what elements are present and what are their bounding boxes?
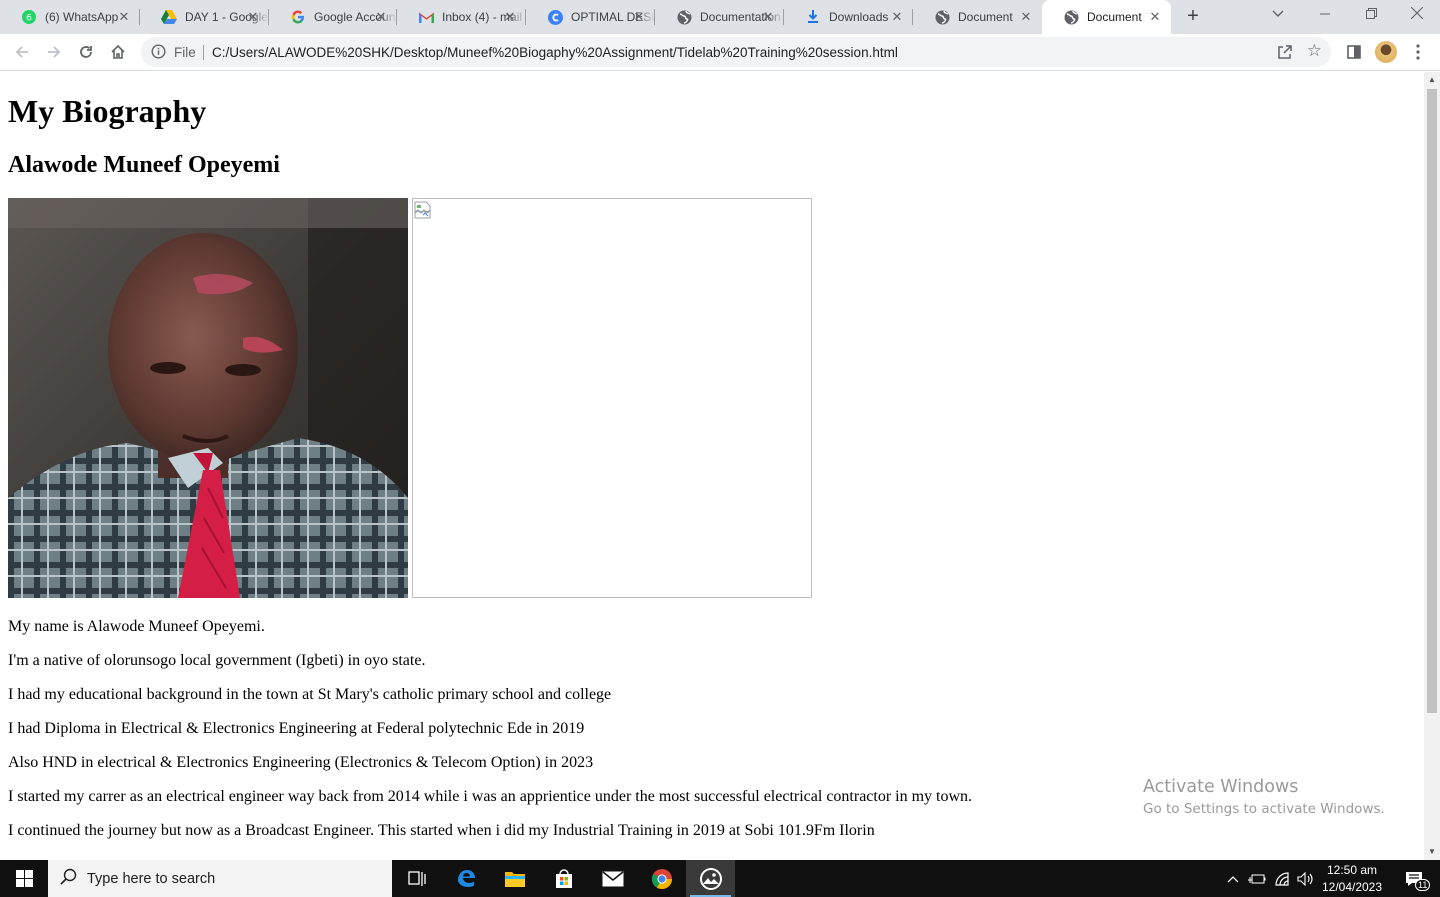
bio-paragraph: I continued the journey but now as a Bro… (8, 822, 875, 839)
gmail-icon (418, 9, 434, 25)
back-icon[interactable] (8, 38, 36, 66)
download-icon (805, 9, 821, 25)
tab-whatsapp[interactable]: 6 (6) WhatsApp ✕ (0, 0, 140, 34)
volume-icon[interactable] (1295, 860, 1317, 897)
action-center-icon[interactable]: 11 (1394, 860, 1434, 897)
bio-paragraph: I had Diploma in Electrical & Electronic… (8, 720, 585, 737)
activate-windows-watermark: Activate Windows Go to Settings to activ… (1143, 777, 1385, 817)
bio-paragraph: My name is Alawode Muneef Opeyemi. (8, 618, 265, 635)
tab-google-drive[interactable]: DAY 1 - Google Drive ✕ (140, 0, 269, 34)
close-tab-icon[interactable]: ✕ (116, 9, 132, 25)
taskbar-search-input[interactable]: Type here to search (48, 860, 392, 897)
browser-toolbar: File C:/Users/ALAWODE%20SHK/Desktop/Mune… (0, 34, 1440, 71)
clock-time: 12:50 am (1326, 863, 1378, 877)
tab-strip: 6 (6) WhatsApp ✕ DAY 1 - Google Drive ✕ … (0, 0, 1440, 34)
info-icon[interactable] (151, 44, 166, 64)
windows-taskbar: Type here to search 12:50 am 12/04/2023 … (0, 860, 1440, 897)
show-hidden-icons-chevron-icon[interactable] (1223, 860, 1243, 897)
side-panel-icon[interactable] (1340, 38, 1368, 66)
scroll-down-arrow-icon[interactable]: ▼ (1424, 844, 1440, 860)
reload-icon[interactable] (72, 38, 100, 66)
new-tab-button[interactable]: + (1181, 6, 1205, 28)
close-tab-icon[interactable]: ✕ (631, 9, 647, 25)
task-view-icon[interactable] (392, 860, 441, 897)
menu-kebab-icon[interactable] (1404, 38, 1432, 66)
broken-image-icon (414, 201, 432, 224)
scroll-up-arrow-icon[interactable]: ▲ (1424, 72, 1440, 88)
tab-documentation[interactable]: Documentation ✕ (655, 0, 784, 34)
battery-icon[interactable] (1246, 860, 1268, 897)
google-drive-icon (161, 9, 177, 25)
bio-paragraph: I started my carrer as an electrical eng… (8, 788, 973, 805)
bio-paragraph: I'm a native of olorunsogo local governm… (8, 652, 426, 669)
tab-optimal[interactable]: OPTIMAL DESIGN ✕ (526, 0, 655, 34)
tab-search-icon[interactable] (1268, 7, 1288, 27)
page-viewport: My Biography Alawode Muneef Opeyemi My n… (0, 72, 1424, 860)
restore-icon[interactable] (1348, 0, 1394, 30)
close-window-icon[interactable] (1394, 0, 1440, 30)
page-title: My Biography (8, 93, 207, 129)
tab-document-active[interactable]: Document ✕ (1042, 0, 1171, 34)
google-icon (290, 9, 306, 25)
home-icon[interactable] (104, 38, 132, 66)
svg-text:6: 6 (26, 14, 32, 24)
search-icon (60, 868, 77, 890)
address-bar[interactable]: File C:/Users/ALAWODE%20SHK/Desktop/Mune… (141, 37, 1331, 67)
share-icon[interactable] (1277, 44, 1293, 65)
close-tab-icon[interactable]: ✕ (502, 9, 518, 25)
close-tab-icon[interactable]: ✕ (1018, 9, 1034, 25)
close-tab-icon[interactable]: ✕ (760, 9, 776, 25)
photos-app-icon[interactable] (686, 860, 735, 897)
windows-start-icon[interactable] (0, 860, 48, 897)
globe-icon (1063, 9, 1079, 25)
clock-date: 12/04/2023 (1321, 880, 1383, 894)
microsoft-store-icon[interactable] (539, 860, 588, 897)
edge-browser-icon[interactable] (441, 860, 490, 897)
broken-image (412, 198, 812, 598)
scrollbar-thumb[interactable] (1427, 89, 1437, 713)
profile-photo (8, 198, 408, 598)
optimal-icon (547, 9, 563, 25)
globe-icon (934, 9, 950, 25)
bio-paragraph: I had my educational background in the t… (8, 686, 612, 703)
tab-document[interactable]: Document ✕ (913, 0, 1042, 34)
url-text[interactable]: C:/Users/ALAWODE%20SHK/Desktop/Muneef%20… (212, 45, 898, 60)
mail-icon[interactable] (588, 860, 637, 897)
url-scheme: File (174, 45, 196, 60)
bookmark-star-icon[interactable]: ☆ (1307, 42, 1322, 60)
forward-icon[interactable] (40, 38, 68, 66)
close-tab-icon[interactable]: ✕ (889, 9, 905, 25)
notification-count-badge: 11 (1415, 879, 1431, 891)
bio-paragraph: Also HND in electrical & Electronics Eng… (8, 754, 594, 771)
close-tab-icon[interactable]: ✕ (1147, 9, 1163, 25)
globe-icon (676, 9, 692, 25)
system-clock[interactable]: 12:50 am 12/04/2023 (1316, 862, 1388, 896)
avatar (1375, 41, 1397, 63)
chrome-icon[interactable] (637, 860, 686, 897)
minimize-icon[interactable] (1302, 0, 1348, 30)
page-scrollbar[interactable]: ▲ ▼ (1424, 72, 1440, 860)
tab-downloads[interactable]: Downloads ✕ (784, 0, 913, 34)
profile-avatar[interactable] (1372, 38, 1400, 66)
tab-inbox[interactable]: Inbox (4) - mail ✕ (397, 0, 526, 34)
whatsapp-icon: 6 (21, 9, 37, 25)
wifi-icon[interactable] (1271, 860, 1293, 897)
tab-google-account[interactable]: Google Account ✕ (269, 0, 397, 34)
close-tab-icon[interactable]: ✕ (245, 9, 261, 25)
file-explorer-icon[interactable] (490, 860, 539, 897)
close-tab-icon[interactable]: ✕ (373, 9, 389, 25)
page-subtitle: Alawode Muneef Opeyemi (8, 152, 280, 178)
